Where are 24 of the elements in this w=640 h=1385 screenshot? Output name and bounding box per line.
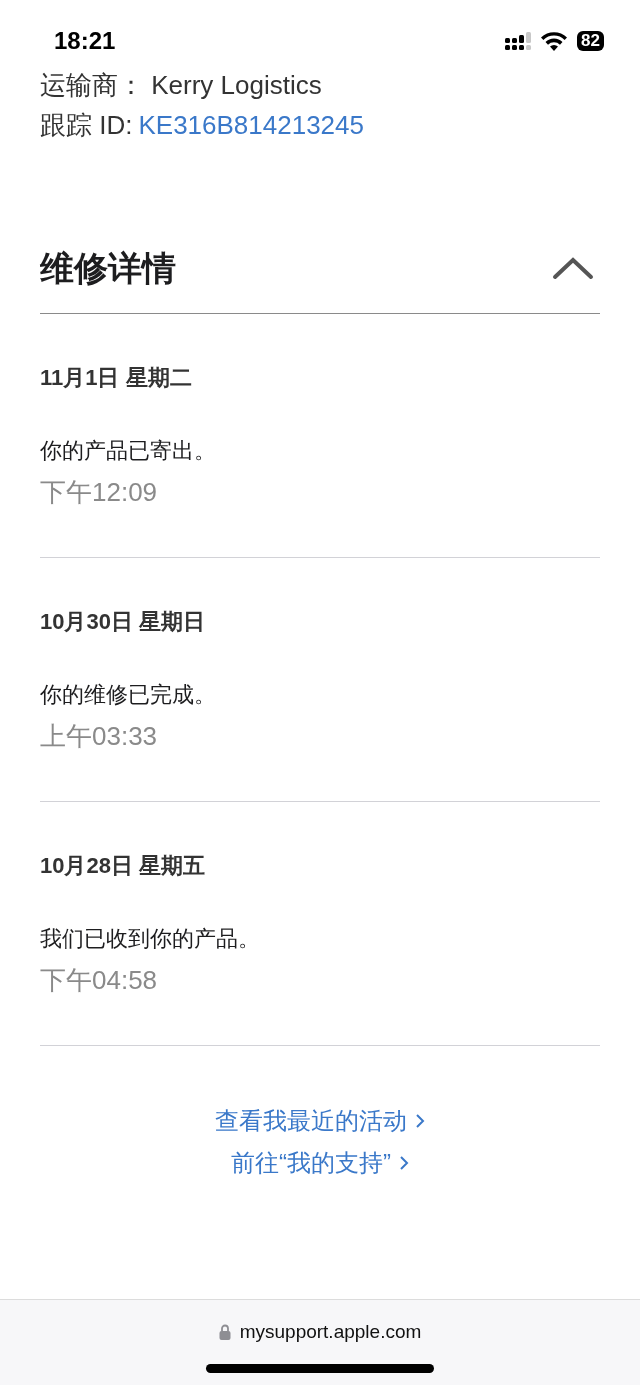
tracking-label: 跟踪 ID:	[40, 110, 133, 140]
wifi-icon	[541, 31, 568, 51]
collapse-chevron-icon[interactable]	[552, 256, 594, 280]
support-link[interactable]: 查看我最近的活动	[215, 1101, 425, 1141]
event-time: 上午03:33	[40, 720, 159, 752]
status-time: 18:21	[54, 26, 116, 56]
event-message: 你的维修已完成。	[40, 681, 217, 709]
event-time: 下午12:09	[40, 476, 159, 508]
event-date: 11月1日 星期二	[40, 364, 193, 392]
chevron-right-icon	[399, 1155, 409, 1171]
event-date: 10月28日 星期五	[40, 852, 207, 880]
url-text[interactable]: mysupport.apple.com	[239, 1321, 422, 1343]
carrier-text: 运输商： Kerry Logistics	[40, 69, 323, 102]
lock-icon	[218, 1324, 231, 1340]
event-message: 我们已收到你的产品。	[40, 925, 261, 953]
event-time: 下午04:58	[40, 964, 159, 996]
signal-icon	[505, 32, 532, 50]
chevron-right-icon	[415, 1113, 425, 1129]
support-link[interactable]: 前往“我的支持”	[231, 1143, 409, 1183]
event-message: 你的产品已寄出。	[40, 437, 217, 465]
battery-icon: 82	[577, 31, 604, 51]
tracking-link[interactable]: KE316B814213245	[138, 110, 364, 140]
section-title: 维修详情	[40, 248, 176, 289]
event-date: 10月30日 星期日	[40, 608, 207, 636]
